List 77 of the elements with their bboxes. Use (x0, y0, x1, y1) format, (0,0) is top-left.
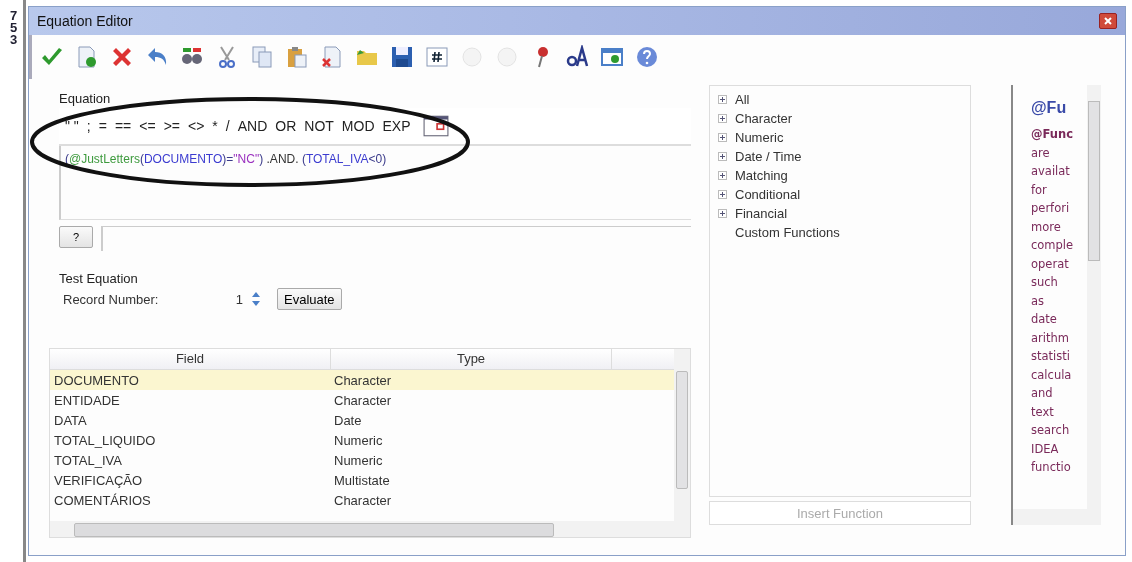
tree-item[interactable]: All (735, 92, 750, 107)
edge-digit: 5 (10, 22, 19, 34)
tree-item[interactable]: Numeric (735, 130, 784, 145)
operator-button[interactable]: <> (188, 118, 205, 134)
vertical-scrollbar[interactable] (674, 349, 690, 537)
document-delete-icon[interactable] (320, 45, 344, 69)
table-row[interactable]: VERIFICAÇÃO Multistate (50, 470, 674, 490)
table-cell-text: Numeric (333, 432, 384, 448)
vertical-scrollbar[interactable] (1087, 85, 1101, 509)
window-title: Equation Editor (37, 13, 134, 29)
table-cell-text: TOTAL_LIQUIDO (53, 432, 157, 448)
expand-icon[interactable] (718, 133, 727, 142)
operator-button[interactable]: / (225, 118, 230, 134)
operator-button[interactable]: = (98, 118, 107, 134)
tree-item[interactable]: Conditional (735, 187, 801, 202)
operator-button[interactable]: OR (275, 118, 297, 134)
window-help-icon[interactable] (600, 45, 624, 69)
expand-icon[interactable] (718, 114, 727, 123)
expand-icon[interactable] (718, 190, 727, 199)
font-icon[interactable] (565, 45, 589, 69)
operator-button[interactable]: * (212, 118, 218, 134)
expand-icon[interactable] (718, 95, 727, 104)
tree-item[interactable]: Date / Time (735, 149, 802, 164)
table-cell-text: Numeric (333, 452, 384, 468)
tree-item[interactable]: Matching (735, 168, 788, 183)
help-button[interactable]: ? (59, 226, 93, 248)
help-text: @Func are availat for perfori more comple operat such as date arithm statisti calcula and text search IDEA functio (1031, 126, 1075, 476)
table-cell-text: ENTIDADE (53, 392, 121, 408)
equation-label: Equation (59, 91, 112, 106)
horizontal-scrollbar[interactable] (1013, 509, 1101, 525)
hash-icon[interactable] (425, 45, 449, 69)
table-cell-text: TOTAL_IVA (53, 452, 123, 468)
expand-icon[interactable] (718, 209, 727, 218)
record-number-field[interactable]: 1 (213, 291, 249, 307)
operator-button[interactable]: EXP (382, 118, 411, 134)
tree-item[interactable]: Custom Functions (735, 225, 840, 240)
table-cell-text: Character (333, 392, 393, 408)
operator-button[interactable]: <= (139, 118, 156, 134)
expand-icon[interactable] (718, 171, 727, 180)
operator-button[interactable]: MOD (341, 118, 375, 134)
table-cell-text: Character (333, 372, 393, 388)
operator-button[interactable]: AND (237, 118, 268, 134)
clipboard-icon[interactable] (285, 45, 309, 69)
table-cell-text: Multistate (333, 472, 391, 488)
operator-button[interactable]: ; (86, 118, 91, 134)
column-header[interactable]: Field (50, 349, 331, 369)
table-row[interactable]: ENTIDADE Character (50, 390, 674, 410)
table-row[interactable]: COMENTÁRIOS Character (50, 490, 674, 510)
operator-button[interactable]: >= (163, 118, 180, 134)
expand-icon[interactable] (718, 152, 727, 161)
table-cell-text: DOCUMENTO (53, 372, 140, 388)
horizontal-scrollbar[interactable] (50, 521, 674, 537)
table-cell-text: COMENTÁRIOS (53, 492, 152, 508)
column-header[interactable]: Type (331, 349, 612, 369)
tree-item[interactable]: Financial (735, 206, 788, 221)
test-equation-label: Test Equation (59, 271, 139, 286)
close-icon (1103, 16, 1113, 26)
help-heading: @Fu (1031, 99, 1068, 117)
close-button[interactable] (1099, 13, 1117, 29)
edge-digit: 7 (10, 10, 19, 22)
table-cell-text: Date (333, 412, 363, 428)
table-row[interactable]: DATA Date (50, 410, 674, 430)
table-row[interactable]: DOCUMENTO Character (50, 370, 674, 390)
document-check-icon[interactable] (75, 45, 99, 69)
table-cell-text: DATA (53, 412, 88, 428)
table-row[interactable]: TOTAL_LIQUIDO Numeric (50, 430, 674, 450)
help-icon[interactable] (635, 45, 659, 69)
evaluate-button[interactable]: Evaluate (277, 288, 342, 310)
table-cell-text: VERIFICAÇÃO (53, 472, 144, 488)
edge-digit: 3 (10, 34, 19, 46)
operator-button[interactable]: NOT (304, 118, 334, 134)
operator-button[interactable]: " " (65, 118, 79, 134)
operator-button[interactable]: == (114, 118, 132, 134)
table-row[interactable]: TOTAL_IVA Numeric (50, 450, 674, 470)
record-number-label: Record Number: (63, 291, 160, 307)
tree-item[interactable]: Character (735, 111, 793, 126)
table-cell-text: Character (333, 492, 393, 508)
